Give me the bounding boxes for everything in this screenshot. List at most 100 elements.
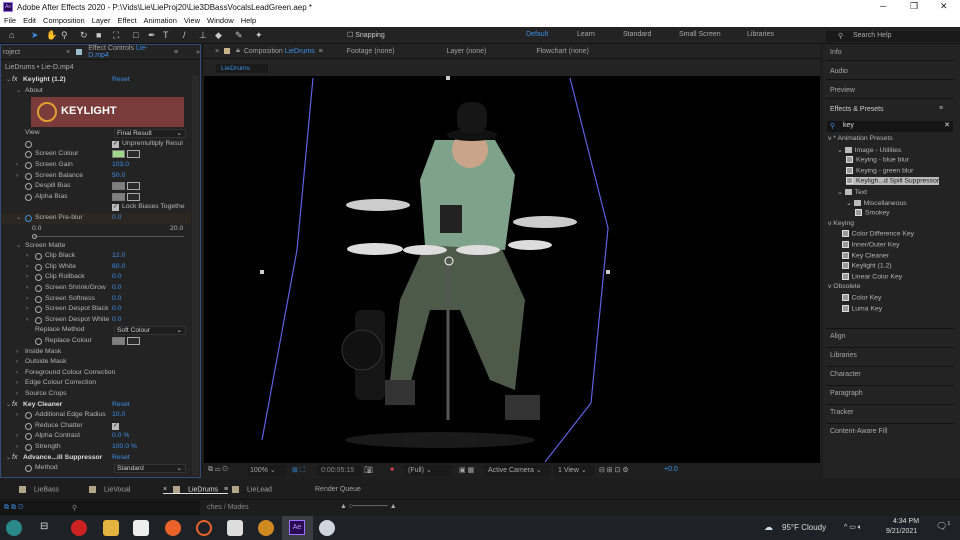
- exposure-value[interactable]: +0.0: [664, 466, 678, 473]
- comp-navigator-tab[interactable]: LieDrums: [216, 64, 268, 73]
- stopwatch-icon[interactable]: [35, 274, 42, 282]
- property-alpha-bias[interactable]: Alpha Bias: [1, 192, 191, 203]
- composition-viewer[interactable]: [204, 76, 820, 463]
- chevron-right-icon[interactable]: ›: [16, 389, 18, 400]
- tree-folder[interactable]: ⌄ Text: [837, 188, 867, 196]
- panel-menu-icon[interactable]: ≡: [939, 105, 943, 112]
- puppet-tool-icon[interactable]: ✦: [255, 30, 263, 41]
- store-icon[interactable]: [133, 520, 149, 536]
- search-icon[interactable]: ⚲: [72, 504, 77, 512]
- panel-menu-icon[interactable]: ≡: [319, 48, 323, 55]
- chevron-down-icon[interactable]: ⌄: [6, 453, 11, 464]
- stopwatch-icon[interactable]: [35, 285, 42, 292]
- chevron-right-icon[interactable]: ›: [26, 251, 28, 262]
- tree-item[interactable]: Smokey: [855, 209, 890, 216]
- workspace-small-screen[interactable]: Small Screen: [679, 31, 721, 38]
- eraser-tool-icon[interactable]: ◆: [215, 30, 222, 41]
- start-button[interactable]: [6, 520, 22, 536]
- timeline-tab-liebass[interactable]: LieBass: [19, 486, 59, 493]
- fx-icon[interactable]: fx: [12, 75, 17, 86]
- property-unpremultiply-resul[interactable]: ✓ Unpremultiply Resul: [1, 139, 191, 150]
- tree-item[interactable]: Color Key: [841, 294, 881, 301]
- always-preview-icon[interactable]: ⧉ ▭ ⚇: [208, 466, 228, 474]
- property-additional-edge-radius[interactable]: › Additional Edge Radius 10.0: [1, 410, 191, 421]
- property-value[interactable]: 0.0: [112, 294, 121, 305]
- tree-item[interactable]: Linear Color Key: [841, 272, 902, 280]
- timeline-search[interactable]: ⧉ ⧉ ⚇: [0, 501, 200, 515]
- property-value[interactable]: 10.0: [112, 410, 125, 421]
- property-clip-black[interactable]: › Clip Black 12.0: [1, 251, 191, 262]
- tree-item[interactable]: Keying - blue blur: [846, 156, 909, 163]
- panel-tracker[interactable]: Tracker: [830, 409, 853, 416]
- pre-blur-slider[interactable]: 0.0 20.0: [1, 224, 191, 241]
- property-dropdown[interactable]: Standard ⌄: [114, 464, 186, 474]
- property-replace-colour[interactable]: Replace Colour: [1, 336, 191, 347]
- property-screen-despot-black[interactable]: › Screen Despot Black 0.0: [1, 304, 191, 315]
- menu-help[interactable]: Help: [241, 16, 256, 25]
- eyedropper-icon[interactable]: [127, 192, 140, 201]
- property-keylight-1-2-[interactable]: ⌄ fx Keylight (1.2) Reset: [1, 75, 191, 86]
- resolution-dropdown[interactable]: (Full) ⌄: [404, 465, 452, 476]
- checkbox[interactable]: ✓: [112, 422, 119, 430]
- panel-audio[interactable]: Audio: [830, 68, 848, 75]
- maximize-button[interactable]: ❐: [910, 1, 918, 12]
- tree-item[interactable]: Key Cleaner: [841, 251, 889, 259]
- property-value[interactable]: 0.0: [112, 272, 121, 283]
- property-foreground-colour-correction[interactable]: › Foreground Colour Correction: [1, 368, 191, 379]
- menu-composition[interactable]: Composition: [43, 16, 85, 25]
- property-value[interactable]: 0.0: [112, 304, 121, 315]
- property-screen-despot-white[interactable]: › Screen Despot White 0.0: [1, 315, 191, 326]
- effects-search-field[interactable]: ⚲ key ✕: [827, 121, 953, 132]
- slider-thumb[interactable]: [32, 233, 37, 239]
- chevron-right-icon[interactable]: ›: [26, 272, 28, 283]
- stopwatch-icon[interactable]: [25, 140, 32, 148]
- roto-brush-tool-icon[interactable]: ✎: [235, 30, 243, 41]
- chevron-right-icon[interactable]: ›: [26, 262, 28, 273]
- color-swatch[interactable]: [112, 150, 125, 159]
- fx-icon[interactable]: fx: [12, 453, 17, 464]
- tree-folder[interactable]: ⌄ Miscellaneous: [846, 199, 907, 207]
- reset-link[interactable]: Reset: [112, 400, 130, 411]
- chevron-right-icon[interactable]: ›: [16, 368, 18, 379]
- property-screen-gain[interactable]: › Screen Gain 103.0: [1, 160, 191, 171]
- stopwatch-icon[interactable]: [25, 422, 32, 430]
- property-value[interactable]: 0.0: [112, 315, 121, 326]
- brush-tool-icon[interactable]: /: [183, 30, 186, 40]
- chevron-right-icon[interactable]: ›: [16, 347, 18, 358]
- pen-tool-icon[interactable]: ✒: [148, 30, 156, 41]
- property-clip-rollback[interactable]: › Clip Rollback 0.0: [1, 272, 191, 283]
- minimize-button[interactable]: ─: [880, 1, 886, 11]
- tree-category[interactable]: v Obsolete: [828, 283, 861, 290]
- workspace-default[interactable]: Default: [526, 31, 548, 38]
- tree-item[interactable]: Keying - green blur: [846, 166, 913, 174]
- close-tab-icon[interactable]: ×: [215, 48, 219, 55]
- timeline-tab-lielead[interactable]: LieLead: [232, 486, 272, 493]
- stopwatch-icon[interactable]: [35, 306, 42, 314]
- property-outside-mask[interactable]: › Outside Mask: [1, 357, 191, 368]
- property-strength[interactable]: › Strength 100.0 %: [1, 442, 191, 453]
- scrollbar[interactable]: [192, 75, 199, 475]
- menu-layer[interactable]: Layer: [92, 16, 111, 25]
- chevron-down-icon[interactable]: ⌄: [16, 213, 21, 224]
- tree-category[interactable]: v * Animation Presets: [828, 135, 893, 142]
- paint-app-icon[interactable]: [319, 520, 335, 536]
- stopwatch-icon[interactable]: [35, 316, 42, 324]
- property-screen-matte[interactable]: ⌄ Screen Matte: [1, 241, 191, 252]
- chevron-right-icon[interactable]: ›: [26, 315, 28, 326]
- property-value[interactable]: 50.0: [112, 171, 125, 182]
- expand-panels-icon[interactable]: »: [196, 49, 200, 56]
- magnification-dropdown[interactable]: 100% ⌄: [248, 465, 286, 476]
- panel-libraries[interactable]: Libraries: [830, 352, 857, 359]
- firefox-icon[interactable]: [165, 520, 181, 536]
- property-screen-softness[interactable]: › Screen Softness 0.0: [1, 294, 191, 305]
- panel-menu-icon[interactable]: ≡: [224, 486, 228, 493]
- menu-file[interactable]: File: [4, 16, 16, 25]
- menu-view[interactable]: View: [184, 16, 200, 25]
- property-screen-pre-blur[interactable]: ⌄ Screen Pre-blur 0.0: [1, 213, 191, 224]
- workspace-learn[interactable]: Learn: [577, 31, 595, 38]
- property-replace-method[interactable]: Replace Method Soft Colour ⌄: [1, 325, 191, 336]
- property-value[interactable]: 12.0: [112, 251, 125, 262]
- tree-item[interactable]: Keylight (1.2): [841, 262, 892, 269]
- menu-effect[interactable]: Effect: [117, 16, 136, 25]
- property-about[interactable]: ⌄ About: [1, 86, 191, 97]
